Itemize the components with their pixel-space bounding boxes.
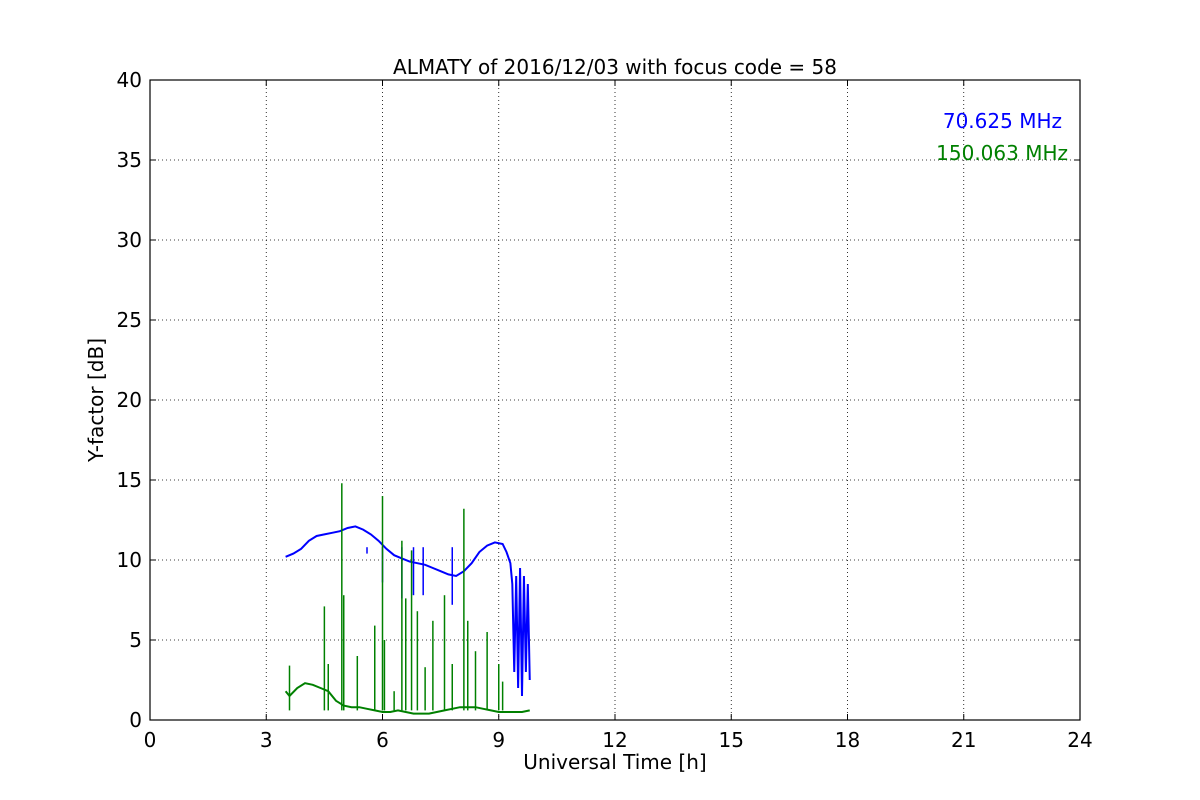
legend-label-70mhz: 70.625 MHz (943, 109, 1062, 133)
y-tick-label: 5 (129, 628, 142, 652)
line-chart: ALMATY of 2016/12/03 with focus code = 5… (84, 55, 1093, 774)
x-tick-label: 24 (1067, 728, 1092, 752)
grid (149, 79, 1081, 721)
series-150mhz-line (284, 682, 530, 715)
x-tick-label: 15 (719, 728, 744, 752)
y-tick-label: 40 (117, 68, 142, 92)
legend-label-150mhz: 150.063 MHz (936, 141, 1068, 165)
x-tick-label: 6 (376, 728, 389, 752)
y-axis-title: Y-factor [dB] (84, 338, 108, 463)
y-tick-label: 20 (117, 388, 142, 412)
ticks: 0 3 6 9 12 15 18 21 24 0 5 10 15 20 25 30 35 40 (117, 68, 1093, 752)
y-tick-label: 35 (117, 148, 142, 172)
y-tick-label: 0 (129, 708, 142, 732)
x-tick-label: 12 (602, 728, 627, 752)
x-tick-label: 21 (951, 728, 976, 752)
x-tick-label: 9 (492, 728, 505, 752)
y-tick-label: 25 (117, 308, 142, 332)
y-tick-label: 10 (117, 548, 142, 572)
x-tick-label: 3 (260, 728, 273, 752)
x-axis-title: Universal Time [h] (523, 750, 706, 774)
x-tick-label: 18 (835, 728, 860, 752)
y-tick-label: 30 (117, 228, 142, 252)
series-70mhz-line (285, 525, 531, 697)
series-layer (284, 483, 531, 715)
x-tick-label: 0 (144, 728, 157, 752)
chart-title: ALMATY of 2016/12/03 with focus code = 5… (393, 55, 837, 79)
y-tick-label: 15 (117, 468, 142, 492)
